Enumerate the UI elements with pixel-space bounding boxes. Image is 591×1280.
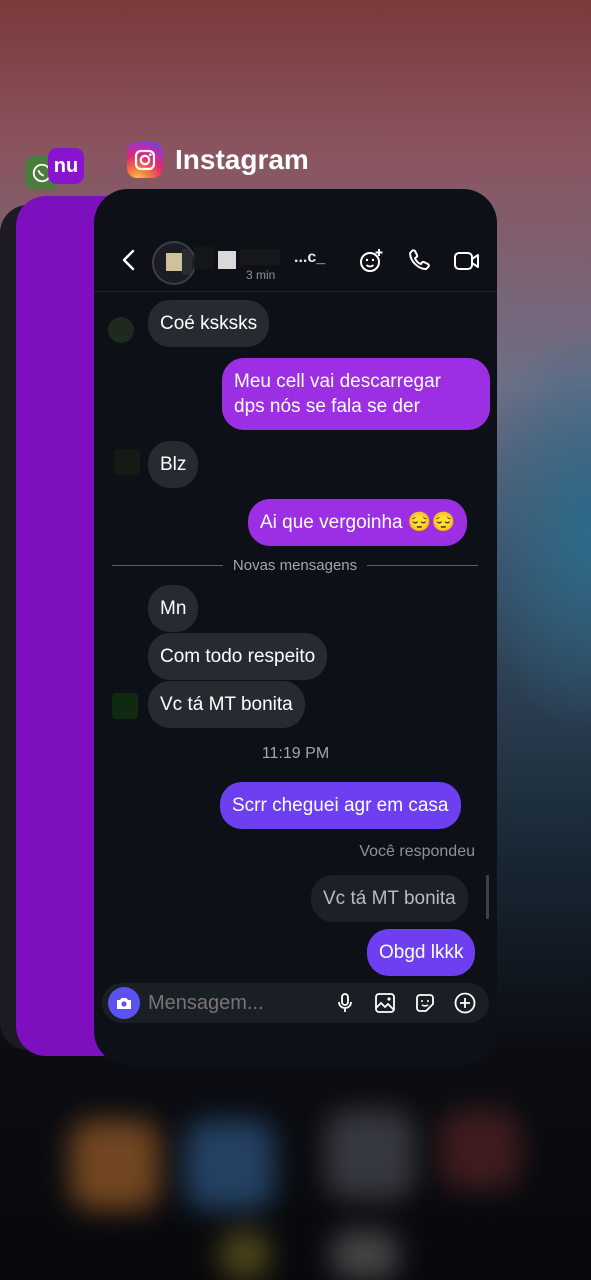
blurred-home-apps: [0, 1080, 591, 1280]
new-messages-divider: Novas mensagens: [112, 555, 479, 575]
camera-icon[interactable]: [108, 987, 140, 1019]
censor-block: [194, 247, 214, 269]
censor-block: [240, 249, 280, 265]
message-bubble-out[interactable]: Scrr cheguei agr em casa: [220, 782, 461, 829]
sender-avatar: [112, 693, 138, 719]
instagram-icon: [127, 142, 163, 178]
app-switcher-header: Instagram: [127, 141, 309, 179]
message-line: dps nós se fala se der: [234, 396, 420, 417]
divider-label: Novas mensagens: [232, 556, 358, 574]
sticker-icon[interactable]: [413, 991, 437, 1015]
plus-circle-icon[interactable]: [453, 991, 477, 1015]
microphone-icon[interactable]: [333, 991, 357, 1015]
avatar[interactable]: [152, 241, 196, 285]
sender-avatar: [114, 449, 140, 475]
phone-icon[interactable]: [405, 247, 433, 275]
active-status: 3 min: [246, 268, 276, 282]
app-name: Instagram: [175, 144, 309, 175]
message-bubble-out[interactable]: Obgd lkkk: [367, 929, 476, 976]
nubank-icon-label: nu: [53, 154, 79, 177]
message-bubble-out[interactable]: Ai que vergoinha 😔😔: [248, 499, 468, 546]
message-composer: [102, 983, 489, 1023]
replied-label: Você respondeu: [359, 843, 475, 860]
message-bubble-in[interactable]: Coé ksksks: [148, 300, 270, 347]
contact-name[interactable]: ...c_: [294, 249, 325, 267]
message-bubble-in[interactable]: Blz: [148, 441, 199, 488]
message-bubble-out[interactable]: Meu cell vai descarregar dps nós se fala…: [222, 358, 490, 430]
back-arrow-icon[interactable]: [116, 247, 142, 273]
instagram-app-card[interactable]: ...c_ 3 min Coé ksksks Meu cell vai desc…: [94, 189, 497, 1065]
message-input[interactable]: [148, 983, 308, 1023]
message-timestamp: 11:19 PM: [261, 745, 330, 762]
gallery-icon[interactable]: [373, 991, 397, 1015]
reply-quote-bubble[interactable]: Vc tá MT bonita: [311, 875, 468, 922]
video-icon[interactable]: [453, 247, 481, 275]
reply-indicator-bar: [486, 875, 489, 919]
message-bubble-in[interactable]: Com todo respeito: [148, 633, 328, 680]
message-bubble-in[interactable]: Vc tá MT bonita: [148, 681, 305, 728]
chat-header: ...c_ 3 min: [94, 237, 497, 292]
sticker-add-icon[interactable]: [357, 247, 385, 275]
nubank-app-icon[interactable]: nu: [48, 148, 84, 184]
sender-avatar: [108, 317, 134, 343]
censor-block: [218, 251, 236, 269]
message-line: Meu cell vai descarregar: [234, 371, 441, 392]
message-bubble-in[interactable]: Mn: [148, 585, 199, 632]
